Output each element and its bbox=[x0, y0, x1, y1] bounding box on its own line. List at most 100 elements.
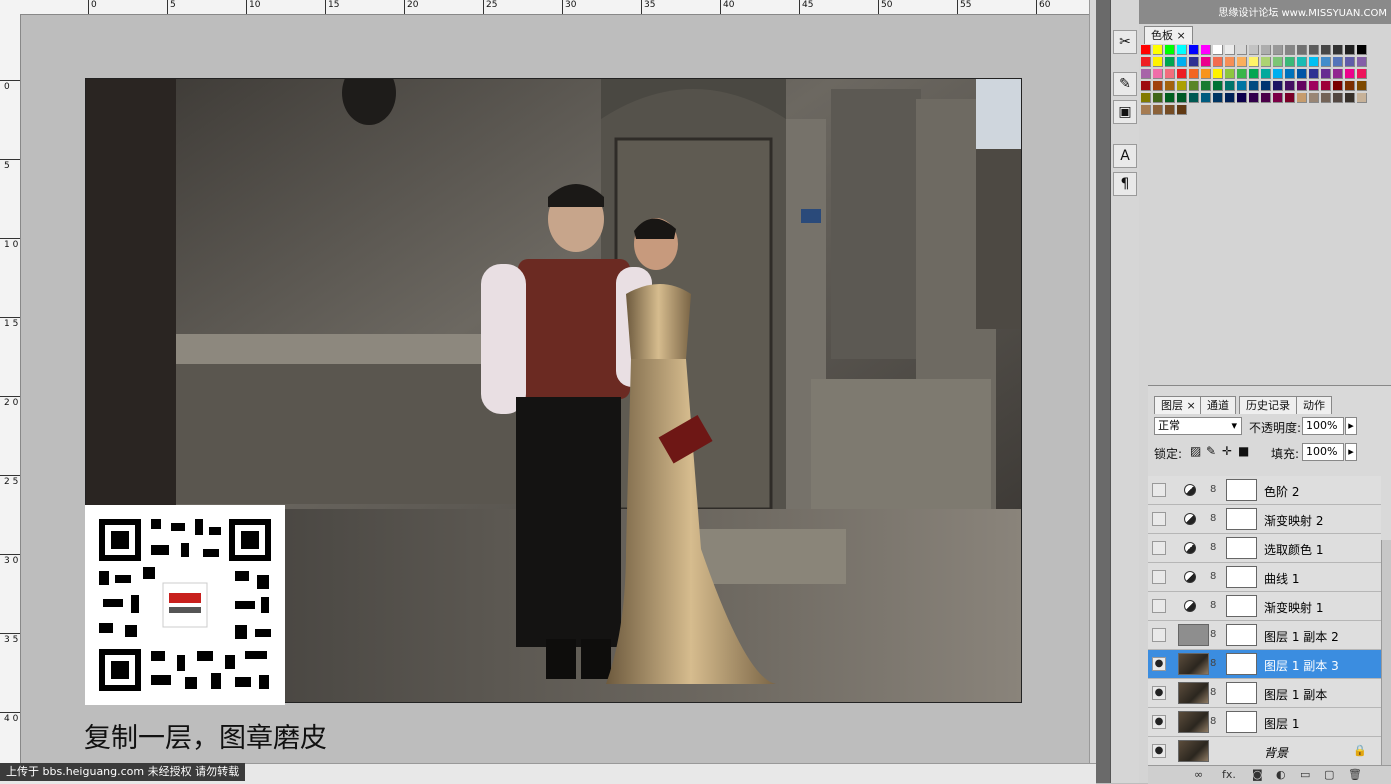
layer-row[interactable]: ● 8 图层 1 副本 3 bbox=[1148, 650, 1381, 679]
layer-mask-thumbnail[interactable] bbox=[1226, 566, 1257, 588]
layer-mask-thumbnail[interactable] bbox=[1226, 624, 1257, 646]
color-swatch[interactable] bbox=[1321, 81, 1331, 91]
layer-row[interactable]: 8 选取颜色 1 bbox=[1148, 534, 1381, 563]
color-swatch[interactable] bbox=[1249, 93, 1259, 103]
color-swatch[interactable] bbox=[1213, 45, 1223, 55]
color-swatch[interactable] bbox=[1237, 69, 1247, 79]
color-swatch[interactable] bbox=[1297, 93, 1307, 103]
color-swatch[interactable] bbox=[1165, 105, 1175, 115]
color-swatch[interactable] bbox=[1261, 45, 1271, 55]
link-icon[interactable]: 8 bbox=[1210, 571, 1216, 582]
color-swatch[interactable] bbox=[1309, 45, 1319, 55]
color-swatch[interactable] bbox=[1141, 45, 1151, 55]
color-swatch[interactable] bbox=[1201, 93, 1211, 103]
delete-layer-icon[interactable]: 🗑 bbox=[1348, 768, 1362, 781]
color-swatch[interactable] bbox=[1285, 45, 1295, 55]
color-swatch[interactable] bbox=[1237, 45, 1247, 55]
color-swatch[interactable] bbox=[1285, 57, 1295, 67]
color-swatch[interactable] bbox=[1309, 93, 1319, 103]
paragraph-icon[interactable]: ¶ bbox=[1113, 172, 1137, 196]
color-swatch[interactable] bbox=[1153, 105, 1163, 115]
layer-row[interactable]: ● 背景 🔒 bbox=[1148, 737, 1381, 766]
color-swatch[interactable] bbox=[1201, 45, 1211, 55]
color-swatch[interactable] bbox=[1225, 93, 1235, 103]
color-swatch[interactable] bbox=[1309, 69, 1319, 79]
color-swatch[interactable] bbox=[1249, 45, 1259, 55]
fill-arrow[interactable]: ▸ bbox=[1345, 443, 1357, 461]
color-swatch[interactable] bbox=[1189, 69, 1199, 79]
color-swatch[interactable] bbox=[1189, 93, 1199, 103]
layer-row[interactable]: 8 色阶 2 bbox=[1148, 476, 1381, 505]
top-ruler[interactable]: 0 5 10 15 20 25 30 35 40 45 50 55 60 bbox=[0, 0, 1096, 15]
color-swatch[interactable] bbox=[1225, 69, 1235, 79]
left-ruler[interactable]: 0 5 1 0 1 5 2 0 2 5 3 0 3 5 4 0 bbox=[0, 14, 21, 783]
color-swatch[interactable] bbox=[1165, 93, 1175, 103]
color-swatch[interactable] bbox=[1201, 69, 1211, 79]
color-swatch[interactable] bbox=[1285, 69, 1295, 79]
eye-icon[interactable] bbox=[1152, 599, 1166, 613]
color-swatch[interactable] bbox=[1261, 93, 1271, 103]
color-swatch[interactable] bbox=[1165, 57, 1175, 67]
color-swatch[interactable] bbox=[1141, 93, 1151, 103]
layer-mask-thumbnail[interactable] bbox=[1226, 711, 1257, 733]
color-swatch[interactable] bbox=[1333, 93, 1343, 103]
eye-icon[interactable]: ● bbox=[1152, 686, 1166, 700]
color-swatch[interactable] bbox=[1165, 45, 1175, 55]
color-swatch[interactable] bbox=[1249, 57, 1259, 67]
color-swatch[interactable] bbox=[1285, 81, 1295, 91]
color-swatch[interactable] bbox=[1201, 57, 1211, 67]
color-swatch[interactable] bbox=[1261, 57, 1271, 67]
tab-channels[interactable]: 通道 bbox=[1200, 396, 1236, 414]
layer-row[interactable]: 8 渐变映射 2 bbox=[1148, 505, 1381, 534]
color-swatch[interactable] bbox=[1237, 57, 1247, 67]
color-swatch[interactable] bbox=[1309, 57, 1319, 67]
close-icon[interactable]: × bbox=[1173, 29, 1185, 42]
color-swatch[interactable] bbox=[1321, 93, 1331, 103]
color-swatch[interactable] bbox=[1213, 69, 1223, 79]
swatches-grid[interactable] bbox=[1141, 45, 1371, 130]
color-swatch[interactable] bbox=[1297, 81, 1307, 91]
color-swatch[interactable] bbox=[1249, 81, 1259, 91]
layer-row[interactable]: 8 曲线 1 bbox=[1148, 563, 1381, 592]
layer-mask-thumbnail[interactable] bbox=[1226, 653, 1257, 675]
color-swatch[interactable] bbox=[1153, 81, 1163, 91]
color-swatch[interactable] bbox=[1321, 69, 1331, 79]
color-swatch[interactable] bbox=[1189, 57, 1199, 67]
color-swatch[interactable] bbox=[1189, 45, 1199, 55]
layer-row[interactable]: ● 8 图层 1 bbox=[1148, 708, 1381, 737]
color-swatch[interactable] bbox=[1141, 105, 1151, 115]
link-icon[interactable]: 8 bbox=[1210, 687, 1216, 698]
color-swatch[interactable] bbox=[1321, 45, 1331, 55]
new-layer-icon[interactable]: ▢ bbox=[1324, 768, 1334, 781]
color-swatch[interactable] bbox=[1345, 45, 1355, 55]
blend-mode-select[interactable]: 正常 ▾ bbox=[1154, 417, 1242, 435]
link-icon[interactable]: 8 bbox=[1210, 542, 1216, 553]
color-swatch[interactable] bbox=[1165, 81, 1175, 91]
new-group-icon[interactable]: ▭ bbox=[1300, 768, 1310, 781]
layer-thumbnail[interactable] bbox=[1178, 682, 1209, 704]
color-swatch[interactable] bbox=[1333, 81, 1343, 91]
swatches-tab[interactable]: 色板 × bbox=[1144, 26, 1193, 44]
layer-mask-thumbnail[interactable] bbox=[1226, 479, 1257, 501]
color-swatch[interactable] bbox=[1177, 69, 1187, 79]
eye-icon[interactable] bbox=[1152, 541, 1166, 555]
link-icon[interactable]: 8 bbox=[1210, 658, 1216, 669]
link-icon[interactable]: 8 bbox=[1210, 629, 1216, 640]
color-swatch[interactable] bbox=[1225, 81, 1235, 91]
layer-mask-thumbnail[interactable] bbox=[1226, 508, 1257, 530]
eye-icon[interactable]: ● bbox=[1152, 744, 1166, 758]
close-icon[interactable]: × bbox=[1183, 399, 1195, 412]
fill-field[interactable]: 100% bbox=[1302, 443, 1344, 461]
color-swatch[interactable] bbox=[1141, 81, 1151, 91]
tab-history[interactable]: 历史记录 bbox=[1239, 396, 1297, 414]
eye-icon[interactable]: ● bbox=[1152, 715, 1166, 729]
color-swatch[interactable] bbox=[1357, 45, 1367, 55]
opacity-field[interactable]: 100% bbox=[1302, 417, 1344, 435]
color-swatch[interactable] bbox=[1177, 105, 1187, 115]
layer-row[interactable]: 8 图层 1 副本 2 bbox=[1148, 621, 1381, 650]
color-swatch[interactable] bbox=[1345, 57, 1355, 67]
layer-thumbnail[interactable] bbox=[1178, 653, 1209, 675]
eye-icon[interactable] bbox=[1152, 628, 1166, 642]
color-swatch[interactable] bbox=[1225, 45, 1235, 55]
color-swatch[interactable] bbox=[1177, 93, 1187, 103]
